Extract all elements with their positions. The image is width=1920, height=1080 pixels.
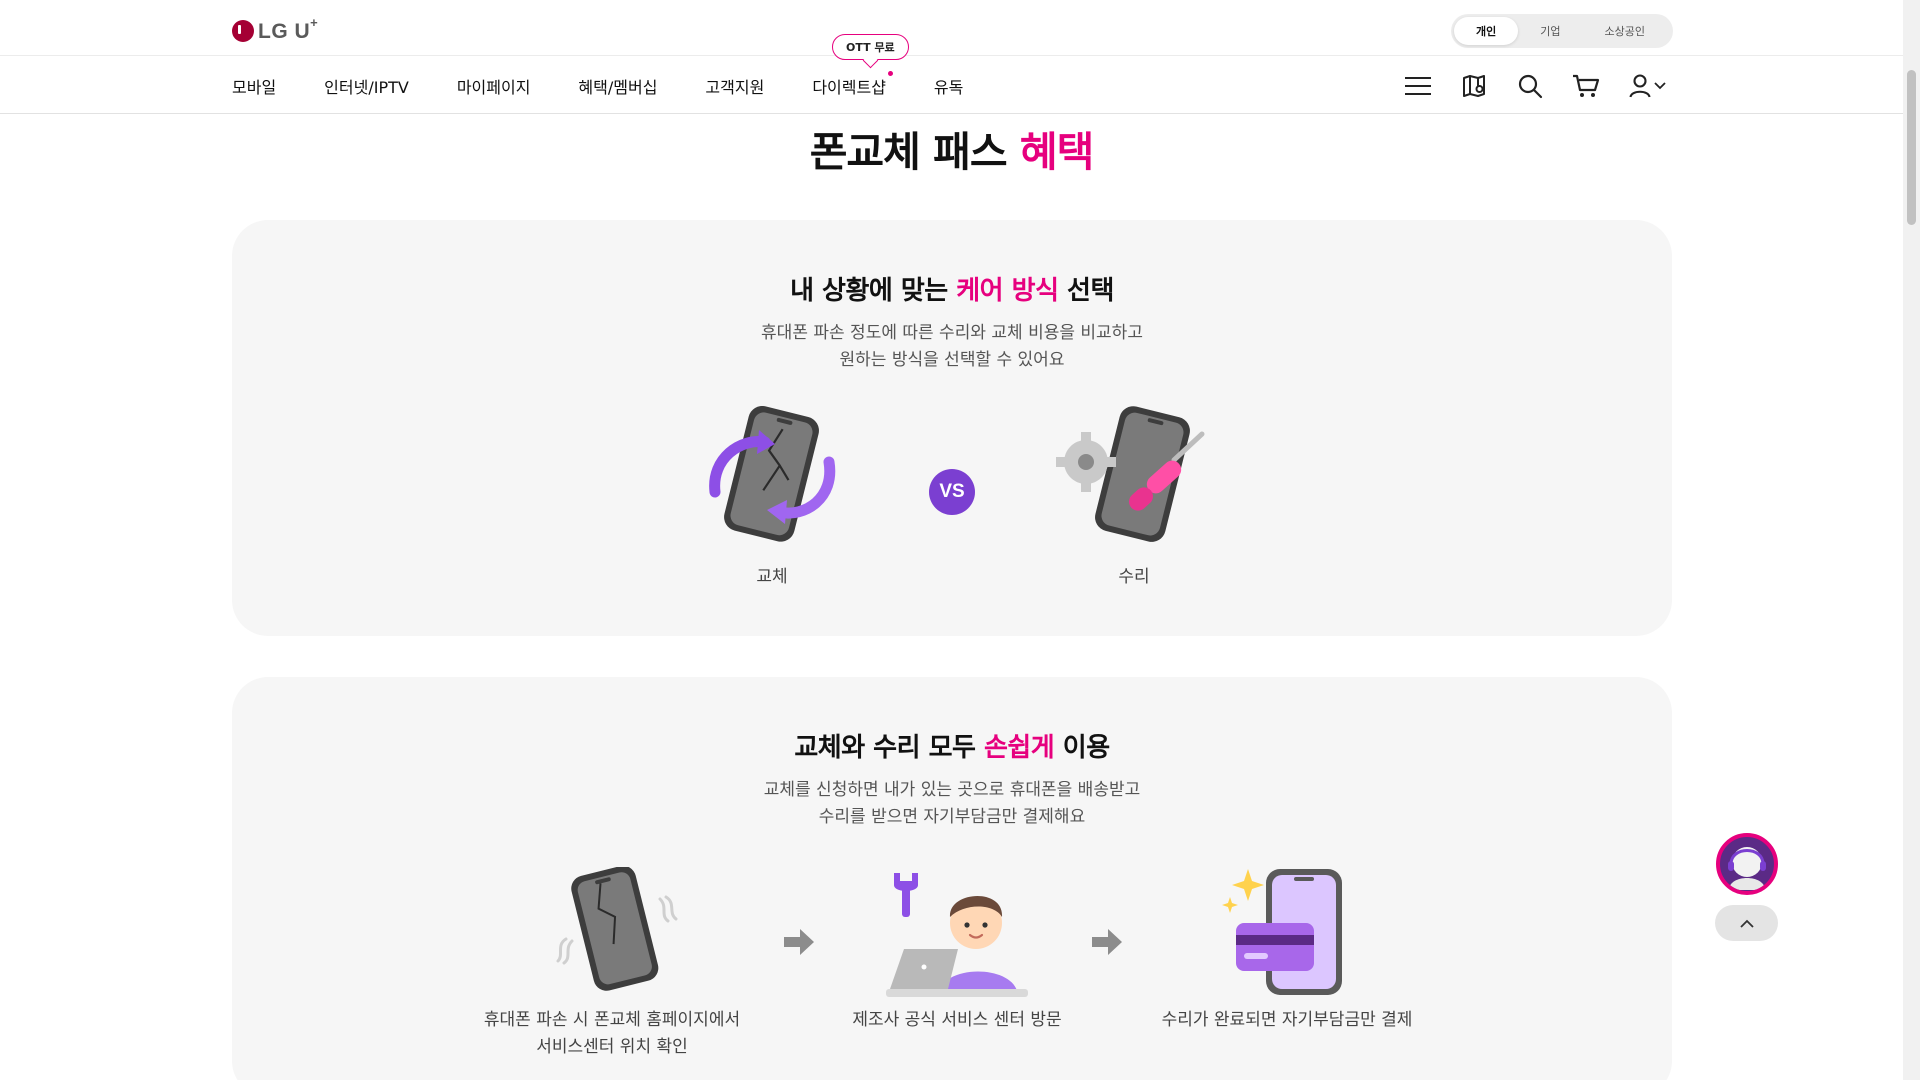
care-method-desc-line2: 원하는 방식을 선택할 수 있어요 [839, 350, 1065, 370]
logo-plus: + [310, 15, 319, 30]
main-nav: 모바일 인터넷/IPTV 마이페이지 혜택/멤버십 고객지원 다이렉트샵 유독 [232, 57, 1011, 114]
step3-caption: 수리가 완료되면 자기부담금만 결제 [1142, 1007, 1432, 1034]
care-method-title-suffix: 선택 [1058, 276, 1114, 306]
segment-personal[interactable]: 개인 [1454, 17, 1519, 45]
nav-customer-support[interactable]: 고객지원 [705, 74, 764, 98]
service-center-staff-illustration [886, 873, 1028, 997]
page-title-prefix: 폰교체 패스 [809, 128, 1020, 176]
easy-use-card: 교체와 수리 모두 손쉽게 이용 교체를 신청하면 내가 있는 곳으로 휴대폰을… [232, 677, 1672, 1080]
chevron-down-icon [1653, 82, 1666, 90]
care-method-title-prefix: 내 상황에 맞는 [790, 276, 957, 306]
cart-icon[interactable] [1569, 69, 1603, 103]
nav-benefits-membership[interactable]: 혜택/멤버십 [578, 74, 657, 98]
customer-type-switch: 개인 기업 소상공인 [1451, 14, 1673, 48]
vs-badge: VS [929, 469, 975, 515]
segment-small-business[interactable]: 소상공인 [1583, 17, 1667, 45]
step1-caption-line2: 서비스센터 위치 확인 [536, 1037, 688, 1057]
top-bar: LG U+ 개인 기업 소상공인 [0, 0, 1903, 56]
nav-direct-shop-label: 다이렉트샵 [812, 77, 886, 97]
lguplus-logo[interactable]: LG U+ [232, 15, 319, 44]
replace-option-label: 교체 [756, 567, 788, 587]
replace-phone-illustration [709, 406, 836, 542]
step3-caption-line1: 수리가 완료되면 자기부담금만 결제 [1161, 1010, 1413, 1030]
arrow-right-icon [1092, 929, 1122, 955]
chevron-up-icon [1739, 919, 1754, 928]
care-method-title: 내 상황에 맞는 케어 방식 선택 [232, 270, 1672, 307]
nav-internet-iptv[interactable]: 인터넷/IPTV [324, 74, 409, 98]
care-method-title-highlight: 케어 방식 [956, 276, 1059, 306]
sparkle-icon [1222, 869, 1264, 913]
chatbot-avatar-icon [1728, 847, 1766, 890]
user-icon [1628, 74, 1651, 98]
nav-mobile[interactable]: 모바일 [232, 74, 276, 98]
easy-use-desc-line2: 수리를 받으면 자기부담금만 결제해요 [818, 807, 1086, 827]
store-map-icon[interactable] [1457, 69, 1491, 103]
step2-caption: 제조사 공식 서비스 센터 방문 [832, 1007, 1082, 1034]
easy-use-title: 교체와 수리 모두 손쉽게 이용 [232, 727, 1672, 764]
easy-use-title-prefix: 교체와 수리 모두 [794, 733, 984, 763]
repair-phone-illustration [1056, 406, 1205, 542]
lg-logo-icon [232, 20, 254, 42]
user-menu[interactable] [1625, 69, 1669, 103]
logo-text: LG U [258, 20, 311, 43]
page-title: 폰교체 패스 혜택 [0, 118, 1903, 178]
easy-use-title-highlight: 손쉽게 [983, 733, 1055, 763]
main-nav-bar: 모바일 인터넷/IPTV 마이페이지 혜택/멤버십 고객지원 다이렉트샵 유독 [0, 57, 1903, 114]
care-method-card: 내 상황에 맞는 케어 방식 선택 휴대폰 파손 정도에 따른 수리와 교체 비… [232, 220, 1672, 636]
page-scrollbar[interactable] [1903, 0, 1920, 1080]
scroll-to-top-button[interactable] [1715, 905, 1778, 941]
segment-business[interactable]: 기업 [1518, 17, 1582, 45]
ott-free-bubble: OTT 무료 [832, 34, 909, 60]
step1-caption: 휴대폰 파손 시 폰교체 홈페이지에서 서비스센터 위치 확인 [472, 1007, 752, 1061]
step2-caption-line1: 제조사 공식 서비스 센터 방문 [852, 1010, 1062, 1030]
care-method-description: 휴대폰 파손 정도에 따른 수리와 교체 비용을 비교하고 원하는 방식을 선택… [232, 320, 1672, 374]
page-title-highlight: 혜택 [1019, 128, 1094, 176]
search-icon[interactable] [1513, 69, 1547, 103]
chatbot-button[interactable] [1716, 833, 1778, 895]
new-dot [887, 70, 893, 76]
care-method-desc-line1: 휴대폰 파손 정도에 따른 수리와 교체 비용을 비교하고 [761, 323, 1143, 343]
arrow-right-icon [784, 929, 814, 955]
broken-phone-vibrate-illustration [556, 867, 678, 991]
easy-use-description: 교체를 신청하면 내가 있는 곳으로 휴대폰을 배송받고 수리를 받으면 자기부… [232, 777, 1672, 831]
menu-icon[interactable] [1401, 69, 1435, 103]
nav-direct-shop[interactable]: 다이렉트샵 [812, 70, 893, 98]
repair-option-label: 수리 [1118, 567, 1150, 587]
nav-subscription[interactable]: 유독 [934, 74, 963, 98]
wrench-icon [894, 873, 918, 917]
phone-card-payment-illustration [1222, 869, 1342, 995]
easy-use-desc-line1: 교체를 신청하면 내가 있는 곳으로 휴대폰을 배송받고 [763, 780, 1141, 800]
easy-use-title-suffix: 이용 [1054, 733, 1110, 763]
utility-icons [1401, 69, 1691, 103]
scrollbar-thumb[interactable] [1907, 70, 1916, 225]
step1-caption-line1: 휴대폰 파손 시 폰교체 홈페이지에서 [483, 1010, 741, 1030]
nav-mypage[interactable]: 마이페이지 [457, 74, 531, 98]
